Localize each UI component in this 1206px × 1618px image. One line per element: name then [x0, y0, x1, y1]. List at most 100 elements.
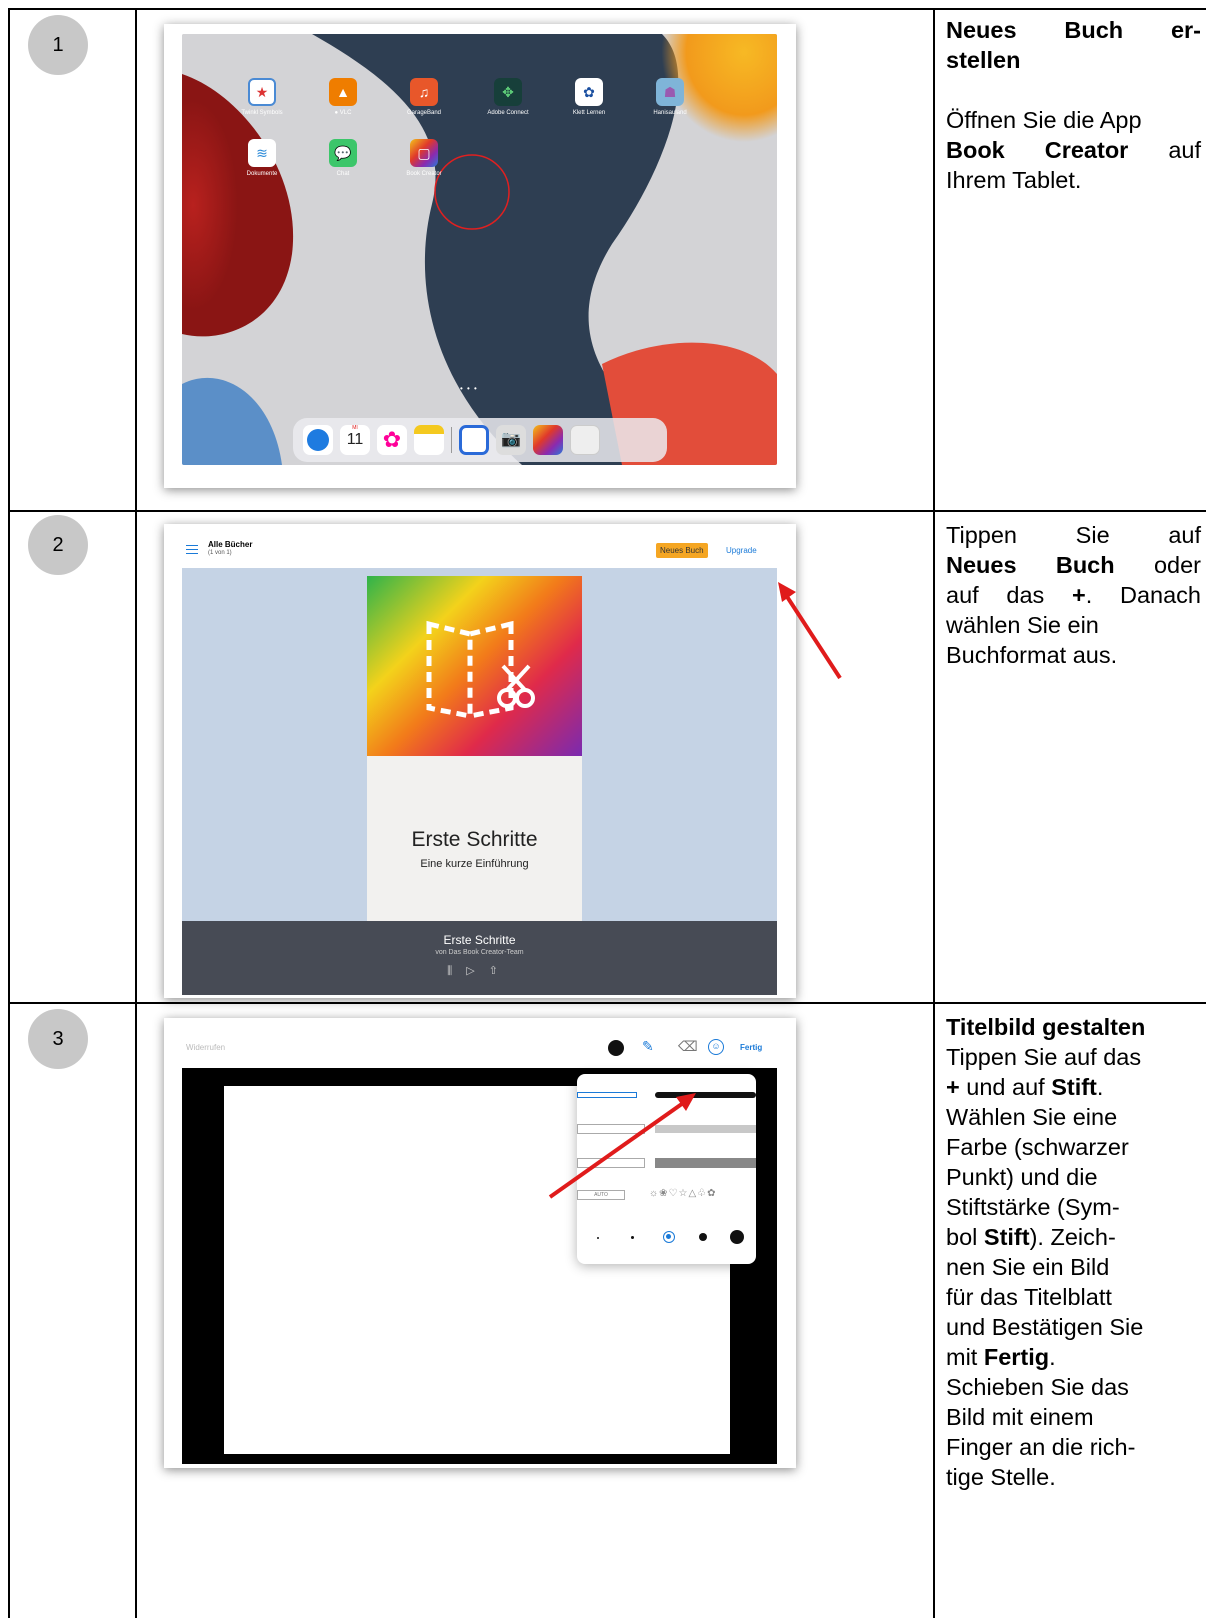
new-book-button[interactable]: Neues Buch — [656, 543, 708, 558]
adobe-connect-icon: ✥ — [494, 78, 522, 106]
app-label: Klett Lernen — [572, 110, 606, 116]
app-chat[interactable]: 💬 Chat — [313, 139, 373, 177]
share-icon[interactable]: ⇧ — [489, 965, 512, 977]
step-2-line: oder — [1153, 552, 1201, 578]
notes-icon[interactable] — [414, 425, 444, 455]
screenshot-home-screen: ★ Twinkl Symbols ▲ ● VLC ♫ GarageBand ✥ … — [164, 24, 796, 488]
step-3-line: ). Zeich- — [1029, 1224, 1116, 1250]
app-label: Dokumente — [246, 171, 278, 177]
app-dokumente[interactable]: ≋ Dokumente — [232, 139, 292, 177]
step-3-line: Bild mit einem — [946, 1404, 1094, 1430]
library-count: (1 von 1) — [208, 550, 232, 556]
app-label: Chat — [336, 171, 350, 177]
undo-button[interactable]: Widerrufen — [186, 1043, 225, 1052]
step-1-heading-cont: stellen — [946, 47, 1021, 73]
home-screen: ★ Twinkl Symbols ▲ ● VLC ♫ GarageBand ✥ … — [182, 34, 777, 465]
app-klett-lernen[interactable]: ✿ Klett Lernen — [559, 78, 619, 116]
pen-size-xs[interactable] — [597, 1237, 599, 1239]
pen-size-l[interactable] — [699, 1233, 707, 1241]
twinkl-symbols-icon: ★ — [248, 78, 276, 106]
menu-icon[interactable] — [186, 545, 198, 554]
book-info-author: von Das Book Creator-Team — [435, 949, 524, 956]
book-creator-dock-icon[interactable] — [533, 425, 563, 455]
step-3-line: und auf — [966, 1074, 1045, 1100]
photos-icon[interactable]: ✿ — [377, 425, 407, 455]
step-3-line: . — [1049, 1344, 1056, 1370]
pen-size-xl[interactable] — [730, 1230, 744, 1244]
table-border-top — [8, 8, 1206, 10]
app-label: Hanisauland — [653, 110, 687, 116]
book-scissors-icon — [426, 620, 535, 720]
app-adobe-connect[interactable]: ✥ Adobe Connect — [478, 78, 538, 116]
app-hanisauland[interactable]: ☗ Hanisauland — [640, 78, 700, 116]
step-1-line: auf — [1168, 137, 1201, 163]
emoji-icon[interactable]: ☺ — [708, 1039, 724, 1055]
step-3-text: Titelbild gestalten Tippen Sie auf das +… — [946, 1012, 1201, 1492]
chat-icon: 💬 — [329, 139, 357, 167]
step-3-line: Schieben Sie das — [946, 1374, 1129, 1400]
library-icon[interactable]: ⫼ — [447, 965, 466, 977]
upgrade-link[interactable]: Upgrade — [726, 546, 757, 555]
calendar-date: 11 — [346, 431, 364, 448]
step-3-line: bol — [946, 1224, 978, 1250]
step-3-stift: Stift — [1051, 1074, 1097, 1100]
app-label: GarageBand — [406, 110, 442, 116]
step-2-line: auf das — [946, 582, 1045, 608]
app-twinkl-symbols[interactable]: ★ Twinkl Symbols — [232, 78, 292, 116]
pen-size-m-selected[interactable] — [663, 1231, 675, 1243]
step-3-line: für das Titelblatt — [946, 1284, 1112, 1310]
calendar-icon[interactable]: MI 11 — [340, 425, 370, 455]
table-row-divider-1 — [8, 510, 1206, 512]
step-3-line: . — [1096, 1074, 1104, 1100]
book-creator-icon: ▢ — [410, 139, 438, 167]
app-vlc[interactable]: ▲ ● VLC — [313, 78, 373, 116]
cover-artwork — [367, 576, 582, 756]
app-label: ● VLC — [334, 110, 352, 116]
step-3-line: Finger an die rich- — [946, 1434, 1136, 1460]
step-2-text: Tippen Sie auf Neues Buch oder auf das +… — [946, 520, 1201, 670]
eraser-icon[interactable]: ⌫ — [678, 1038, 698, 1055]
camera-icon[interactable]: 📷 — [496, 425, 526, 455]
done-button[interactable]: Fertig — [740, 1043, 762, 1052]
folder-icon[interactable] — [570, 425, 600, 455]
step-3-line: Wählen Sie eine — [946, 1104, 1118, 1130]
screenshot-drawing: Widerrufen ✎ ⌫ ☺ Fertig AUTO ☼❀♡☆△♧✿ — [164, 1018, 796, 1468]
step-3-line: nen Sie ein Bild — [946, 1254, 1110, 1280]
app-label: Adobe Connect — [487, 110, 529, 116]
vlc-icon: ▲ — [329, 78, 357, 106]
table-row-divider-2 — [8, 1002, 1206, 1004]
garageband-icon: ♫ — [410, 78, 438, 106]
step-2-line: Tippen Sie auf — [946, 522, 1201, 548]
app-garageband[interactable]: ♫ GarageBand — [394, 78, 454, 116]
step-2-plus: + — [1072, 582, 1086, 608]
safari-icon[interactable] — [303, 425, 333, 455]
step-number-badge: 2 — [28, 515, 88, 575]
app-book-creator[interactable]: ▢ Book Creator — [394, 139, 454, 177]
table-divider-2 — [933, 8, 935, 1618]
play-icon[interactable]: ▷ — [466, 965, 488, 977]
book-info-title: Erste Schritte — [443, 933, 516, 947]
step-1-app-name: Book Creator — [946, 137, 1129, 163]
color-dot-icon[interactable] — [608, 1040, 624, 1056]
step-3-stift: Stift — [983, 1224, 1030, 1250]
step-3-line: tige Stelle. — [946, 1464, 1056, 1490]
step-3-line: mit — [946, 1344, 978, 1370]
step-number-badge: 1 — [28, 15, 88, 75]
step-3-plus: + — [946, 1074, 960, 1100]
app-icon[interactable] — [459, 425, 489, 455]
library-title: Alle Bücher — [208, 540, 253, 549]
page-indicator: • • • — [460, 384, 478, 393]
step-number-badge: 3 — [28, 1009, 88, 1069]
step-2-line: . Danach — [1085, 582, 1202, 608]
step-3-line: Tippen Sie auf das — [946, 1044, 1142, 1070]
table-divider-1 — [135, 8, 137, 1618]
step-1-line: Ihrem Tablet. — [946, 167, 1082, 193]
pen-size-s[interactable] — [631, 1236, 634, 1239]
dock-separator — [451, 427, 452, 453]
step-1-text: Neues Buch er- stellen Öffnen Sie die Ap… — [946, 15, 1201, 195]
step-3-line: und Bestätigen Sie — [946, 1314, 1144, 1340]
app-label: Book Creator — [406, 171, 442, 177]
step-1-line: Öffnen Sie die App — [946, 107, 1142, 133]
pen-icon[interactable]: ✎ — [642, 1038, 654, 1055]
book-cover[interactable]: Erste Schritte Eine kurze Einführung — [367, 576, 582, 921]
